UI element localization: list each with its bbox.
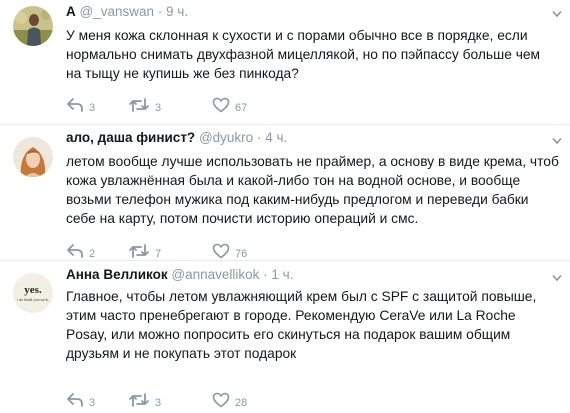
author-handle[interactable]: @dyukro xyxy=(199,130,253,145)
tweet-text-line: У меня кожа склонная к сухости и с порам… xyxy=(66,28,528,43)
like-icon xyxy=(212,243,230,259)
tweet-text-line: Posay, или можно попросить его скинуться… xyxy=(66,327,511,342)
retweet-count: 3 xyxy=(155,102,162,114)
author-name[interactable]: Анна Велликок xyxy=(66,267,168,282)
avatar-text: yes. xyxy=(24,284,42,296)
tweet-text: летом вообще лучше использовать не прайм… xyxy=(66,152,559,228)
reply-icon xyxy=(67,244,83,258)
tweet-text: Главное, чтобы летом увлажняющий крем бы… xyxy=(66,287,536,363)
tweet-text-line: нормально снимать двухфазной мицеллякой,… xyxy=(66,47,541,62)
tweet-3[interactable]: yes. i do think you suck. Анна Велликок … xyxy=(0,261,570,413)
like-count: 76 xyxy=(235,248,248,260)
reply-icon xyxy=(67,393,83,407)
retweet-button[interactable]: 3 xyxy=(128,390,161,410)
reply-button[interactable]: 3 xyxy=(66,390,95,410)
separator-dot: · xyxy=(157,4,163,19)
retweet-icon xyxy=(129,244,149,258)
reply-button[interactable]: 2 xyxy=(66,241,95,261)
like-button[interactable]: 28 xyxy=(212,390,247,410)
tweet-text: У меня кожа склонная к сухости и с порам… xyxy=(66,26,540,83)
tweet-text-line: Главное, чтобы летом увлажняющий крем бы… xyxy=(66,289,537,304)
tweet-2[interactable]: ало, даша финист? @dyukro · 4 ч. летом в… xyxy=(0,125,570,260)
retweet-count: 3 xyxy=(155,397,162,409)
reply-button[interactable]: 3 xyxy=(66,95,95,115)
retweet-button[interactable]: 7 xyxy=(128,241,161,261)
tweet-text-line: друзьям и не покупать этот подарок xyxy=(66,346,297,361)
tweet-text-line: этим часто пренебрегают в городе. Рекоме… xyxy=(66,308,516,323)
caret-down-icon[interactable] xyxy=(552,274,562,282)
separator-dot: · xyxy=(256,130,262,145)
timestamp[interactable]: 1 ч. xyxy=(271,267,293,282)
like-count: 67 xyxy=(235,102,248,114)
like-icon xyxy=(212,392,230,408)
like-count: 28 xyxy=(235,397,248,409)
timestamp[interactable]: 9 ч. xyxy=(166,4,188,19)
retweet-count: 7 xyxy=(155,248,162,260)
like-icon xyxy=(212,97,230,113)
author-handle[interactable]: @annavellikok xyxy=(171,267,259,282)
retweet-icon xyxy=(129,393,149,407)
avatar[interactable]: yes. i do think you suck. xyxy=(13,273,53,313)
tweet-text-line: возьми телефон мужика под каким-нибудь п… xyxy=(66,192,529,207)
author-name[interactable]: А xyxy=(66,4,76,19)
avatar[interactable] xyxy=(13,6,53,46)
tweet-text-line: летом вообще лучше использовать не прайм… xyxy=(66,154,559,169)
like-button[interactable]: 67 xyxy=(212,95,247,115)
tweet-text-line: кожа увлажнённая была и какой-либо тон н… xyxy=(66,173,521,188)
reply-count: 3 xyxy=(89,102,96,114)
author-handle[interactable]: @_vanswan xyxy=(80,4,155,19)
reply-count: 3 xyxy=(89,397,96,409)
like-button[interactable]: 76 xyxy=(212,241,247,261)
tweet-text-line: на тыщу не купишь же без пинкода? xyxy=(66,66,299,81)
retweet-icon xyxy=(129,98,149,112)
tweet-1[interactable]: А @_vanswan · 9 ч. У меня кожа склонная … xyxy=(0,0,570,123)
reply-icon xyxy=(67,98,83,112)
reply-count: 2 xyxy=(89,248,96,260)
retweet-button[interactable]: 3 xyxy=(128,95,161,115)
caret-down-icon[interactable] xyxy=(552,10,562,18)
avatar[interactable] xyxy=(13,137,53,177)
tweet-text-line: себе на карту, потом почисти историю опе… xyxy=(66,211,419,226)
caret-down-icon[interactable] xyxy=(552,137,562,145)
separator-dot: · xyxy=(263,267,268,282)
avatar-subtext: i do think you suck. xyxy=(17,297,49,302)
timestamp[interactable]: 4 ч. xyxy=(265,130,287,145)
author-name[interactable]: ало, даша финист? xyxy=(66,130,195,145)
